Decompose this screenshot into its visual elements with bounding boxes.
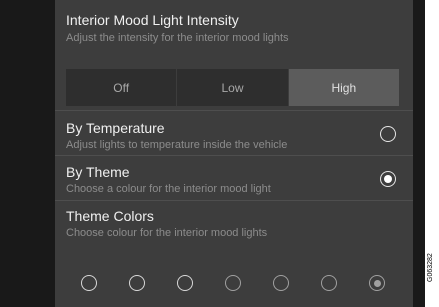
- intensity-option-low[interactable]: Low: [176, 69, 288, 106]
- divider: [55, 155, 413, 156]
- theme-colors-title: Theme Colors: [66, 208, 154, 224]
- theme-color-swatch-6[interactable]: [321, 275, 337, 291]
- theme-color-swatch-5[interactable]: [273, 275, 289, 291]
- mood-light-settings-panel: Interior Mood Light Intensity Adjust the…: [55, 0, 413, 307]
- theme-color-swatch-2[interactable]: [129, 275, 145, 291]
- by-temperature-subtitle: Adjust lights to temperature inside the …: [66, 139, 288, 151]
- divider: [55, 110, 413, 111]
- infotainment-screen: Interior Mood Light Intensity Adjust the…: [0, 0, 425, 307]
- intensity-option-off[interactable]: Off: [66, 69, 177, 106]
- theme-colors-subtitle: Choose colour for the interior mood ligh…: [66, 227, 268, 239]
- theme-color-swatch-3[interactable]: [177, 275, 193, 291]
- by-theme-title: By Theme: [66, 164, 130, 180]
- intensity-title: Interior Mood Light Intensity: [66, 12, 239, 28]
- theme-color-swatch-7[interactable]: [369, 275, 385, 291]
- intensity-option-high[interactable]: High: [287, 69, 399, 106]
- intensity-subtitle: Adjust the intensity for the interior mo…: [66, 32, 289, 44]
- theme-color-swatch-4[interactable]: [225, 275, 241, 291]
- by-theme-subtitle: Choose a colour for the interior mood li…: [66, 183, 271, 195]
- theme-color-swatch-1[interactable]: [81, 275, 97, 291]
- divider: [55, 200, 413, 201]
- by-temperature-title: By Temperature: [66, 120, 165, 136]
- by-temperature-radio[interactable]: [380, 126, 396, 142]
- by-theme-radio[interactable]: [380, 171, 396, 187]
- image-reference-code: G063282: [427, 253, 434, 282]
- intensity-segmented-control: Off Low High: [66, 69, 399, 106]
